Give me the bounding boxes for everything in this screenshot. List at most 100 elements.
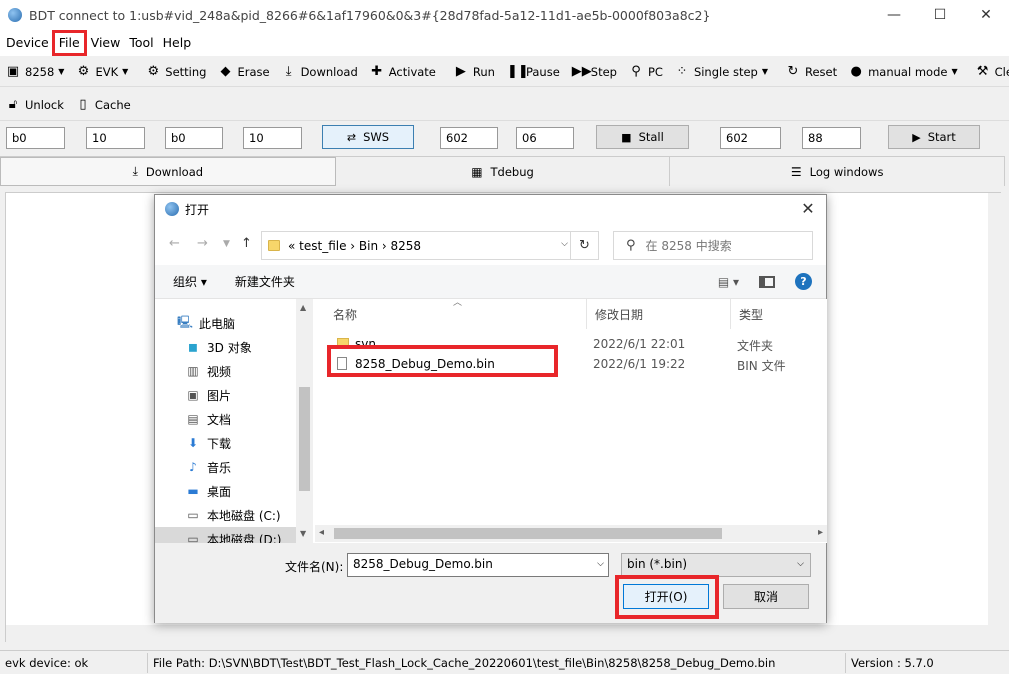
scroll-thumb[interactable] (334, 528, 722, 539)
minimize-button[interactable]: — (871, 0, 917, 30)
scroll-left-icon[interactable]: ◂ (319, 527, 324, 538)
device-status: evk device: ok (0, 652, 148, 673)
pause-button[interactable]: ❚❚ Pause (501, 60, 566, 84)
activate-button[interactable]: ✚ Activate (364, 60, 442, 84)
menu-device[interactable]: Device (0, 32, 52, 54)
dialog-nav-bar: ← → ▼ ↑ « test_file › Bin › 8258 ⌵ ↻ ⚲ 在… (155, 229, 826, 261)
highlight-annotation (615, 575, 719, 619)
scroll-up-icon[interactable]: ▲ (300, 303, 306, 312)
refresh-icon[interactable]: ↻ (570, 232, 598, 259)
file-type-select[interactable]: bin (*.bin) ⌵ (621, 553, 811, 577)
tab-tdebug[interactable]: ▦ Tdebug (335, 157, 671, 186)
document-icon: ▤ (187, 412, 199, 426)
search-placeholder: 在 8258 中搜索 (645, 239, 732, 253)
address-bar[interactable]: « test_file › Bin › 8258 ⌵ ↻ (261, 231, 599, 260)
chip-select[interactable]: ▣ 8258 ▼ (0, 60, 70, 84)
help-icon[interactable]: ? (795, 273, 812, 290)
pc-button[interactable]: ⚲ PC (623, 60, 669, 84)
value-field-2[interactable]: 88 (802, 127, 861, 149)
search-box[interactable]: ⚲ 在 8258 中搜索 (613, 231, 813, 260)
binary-icon: ▦ (471, 164, 483, 179)
column-header-date[interactable]: 修改日期 (587, 299, 731, 329)
content-vertical-scrollbar[interactable] (988, 193, 1005, 625)
up-arrow-icon[interactable]: ↑ (241, 236, 252, 251)
menu-tool[interactable]: Tool (123, 32, 156, 54)
plus-icon: ✚ (371, 64, 383, 79)
address-field-1[interactable]: b0 (6, 127, 65, 149)
step-button[interactable]: ▶▶ Step (566, 60, 623, 84)
dialog-close-icon[interactable]: ✕ (798, 199, 818, 218)
run-button[interactable]: ▶ Run (448, 60, 501, 84)
filename-label: 文件名(N): (285, 560, 344, 574)
menu-file[interactable]: File (51, 30, 87, 56)
search-icon: ⚲ (626, 238, 636, 253)
gear-icon: ⚙ (147, 64, 160, 79)
computer-icon: 🖳︎ (177, 314, 194, 329)
scroll-down-icon[interactable]: ▼ (300, 529, 306, 538)
stall-button[interactable]: ■ Stall (596, 125, 689, 149)
close-button[interactable]: ✕ (963, 0, 1009, 30)
size-field-2[interactable]: 10 (243, 127, 302, 149)
nav-pane-scrollbar[interactable]: ▲ ▼ (296, 299, 313, 543)
sws-button[interactable]: ⇄ SWS (322, 125, 414, 149)
reset-button[interactable]: ↻ Reset (780, 60, 843, 84)
column-header-type[interactable]: 类型 (731, 299, 827, 329)
address-field-3[interactable]: 602 (440, 127, 498, 149)
address-field-2[interactable]: b0 (165, 127, 223, 149)
new-folder-button[interactable]: 新建文件夹 (235, 273, 295, 290)
erase-button[interactable]: ◆ Erase (212, 60, 275, 84)
download-button[interactable]: ⤓ Download (276, 60, 364, 84)
single-step-select[interactable]: ⁘ Single step ▼ (669, 60, 774, 84)
menu-help[interactable]: Help (157, 32, 195, 54)
size-field-1[interactable]: 10 (86, 127, 145, 149)
clear-button[interactable]: ⚒Clear (970, 60, 1009, 84)
setting-button[interactable]: ⚙ Setting (140, 60, 212, 84)
video-icon: ▥ (187, 364, 199, 378)
search-icon: ⚲ (631, 64, 641, 79)
cache-button[interactable]: ▯ Cache (70, 93, 137, 117)
back-arrow-icon[interactable]: ← (169, 236, 180, 251)
chip-icon: ▣ (6, 64, 20, 79)
open-file-dialog: 打开 ✕ ← → ▼ ↑ « test_file › Bin › 8258 ⌵ … (154, 194, 827, 623)
value-field-1[interactable]: 06 (516, 127, 574, 149)
tab-log-windows[interactable]: ☰ Log windows (670, 157, 1006, 186)
filename-input[interactable]: 8258_Debug_Demo.bin ⌵ (347, 553, 609, 577)
preview-pane-icon[interactable] (759, 275, 775, 288)
dialog-footer: 文件名(N): 8258_Debug_Demo.bin ⌵ bin (*.bin… (155, 543, 826, 623)
menu-view[interactable]: View (85, 32, 124, 54)
chevron-down-icon[interactable]: ⌵ (597, 559, 604, 569)
desktop-icon: ▬ (187, 484, 199, 498)
board-icon: ⚙ (77, 64, 90, 79)
picture-icon: ▣ (187, 388, 199, 402)
chevron-down-icon: ▼ (58, 67, 65, 76)
document-icon: ▯ (79, 97, 87, 112)
chevron-down-icon: ▼ (951, 67, 958, 76)
board-select[interactable]: ⚙ EVK ▼ (70, 60, 134, 84)
scroll-right-icon[interactable]: ▸ (818, 527, 823, 538)
breadcrumb[interactable]: « test_file › Bin › 8258 (288, 239, 421, 253)
forward-arrow-icon[interactable]: → (197, 236, 208, 251)
window-title: BDT connect to 1:usb#vid_248a&pid_8266#6… (29, 7, 711, 23)
file-list-horizontal-scrollbar[interactable]: ◂ ▸ (315, 525, 827, 542)
tab-download[interactable]: ⤓ Download (0, 157, 336, 186)
organize-menu[interactable]: 组织 ▾ (173, 273, 207, 290)
chevron-down-icon[interactable]: ⌵ (561, 239, 568, 249)
broom-icon: ⚒ (976, 64, 989, 79)
address-field-4[interactable]: 602 (720, 127, 781, 149)
highlight-annotation (327, 345, 558, 377)
cancel-button[interactable]: 取消 (723, 584, 809, 609)
stop-icon: ■ (621, 130, 632, 144)
dialog-title-bar: 打开 ✕ (155, 195, 826, 223)
maximize-button[interactable]: ☐ (917, 0, 963, 30)
steps-icon: ⁘ (676, 64, 688, 79)
list-icon: ☰ (790, 164, 802, 179)
play-icon: ▶ (912, 130, 921, 144)
unlock-button[interactable]: 🔓︎ Unlock (0, 93, 70, 117)
scroll-thumb[interactable] (299, 387, 310, 491)
view-options-icon[interactable]: ▤ ▾ (718, 275, 739, 289)
sort-ascending-icon: ︿ (453, 298, 463, 308)
recent-chevron-icon[interactable]: ▼ (223, 239, 230, 249)
manual-mode-select[interactable]: ● manual mode ▼ (843, 60, 964, 84)
start-button[interactable]: ▶ Start (888, 125, 980, 149)
content-horizontal-scrollbar[interactable] (6, 625, 1001, 642)
